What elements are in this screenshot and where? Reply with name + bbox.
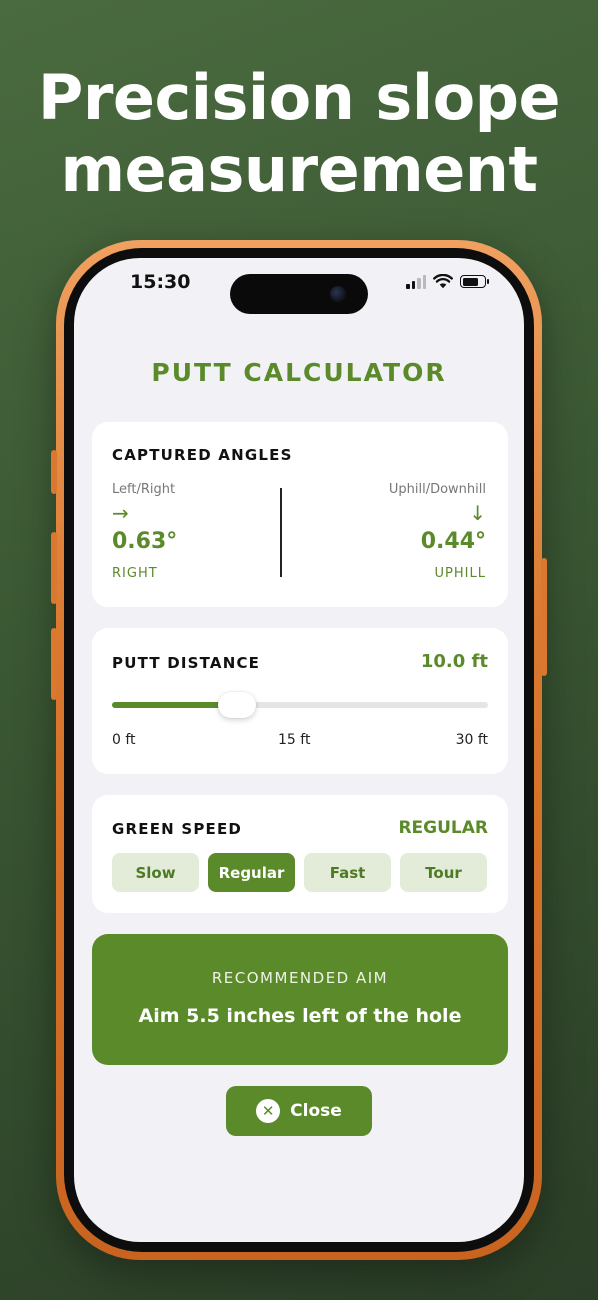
- green-speed-heading: GREEN SPEED: [112, 820, 243, 838]
- volume-down-button: [51, 628, 57, 700]
- phone-screen: 15:30 PUTT CALCULATOR CAPTURED ANGLES Le…: [74, 258, 524, 1242]
- uphill-downhill-label: Uphill/Downhill: [388, 482, 486, 497]
- left-right-value: 0.63°: [112, 529, 178, 554]
- wifi-icon: [433, 274, 453, 289]
- dynamic-island: [230, 274, 368, 314]
- status-icons: [406, 274, 489, 289]
- arrow-right-icon: →: [112, 501, 129, 525]
- screen-title: PUTT CALCULATOR: [151, 358, 447, 387]
- green-speed-options: Slow Regular Fast Tour: [112, 853, 487, 892]
- headline-line-2: measurement: [60, 133, 538, 206]
- uphill-downhill-direction: UPHILL: [434, 566, 486, 581]
- close-icon: ✕: [256, 1099, 281, 1123]
- battery-icon: [460, 275, 489, 288]
- volume-up-button: [51, 532, 57, 604]
- status-time: 15:30: [130, 271, 191, 293]
- slider-thumb[interactable]: [218, 692, 257, 718]
- speed-option-tour[interactable]: Tour: [400, 853, 487, 892]
- close-button-label: Close: [290, 1101, 342, 1121]
- recommended-aim-card: RECOMMENDED AIM Aim 5.5 inches left of t…: [92, 934, 508, 1065]
- putt-distance-card: PUTT DISTANCE 10.0 ft 0 ft 15 ft 30 ft: [92, 628, 508, 774]
- putt-distance-slider[interactable]: [112, 692, 488, 718]
- green-speed-card: GREEN SPEED REGULAR Slow Regular Fast To…: [92, 795, 508, 913]
- uphill-downhill-value: 0.44°: [420, 529, 486, 554]
- captured-angles-heading: CAPTURED ANGLES: [112, 446, 293, 464]
- recommended-aim-heading: RECOMMENDED AIM: [211, 969, 389, 987]
- putt-distance-heading: PUTT DISTANCE: [112, 654, 261, 672]
- uphill-downhill-angle: Uphill/Downhill ↓ 0.44° UPHILL: [389, 482, 486, 581]
- tick-label-min: 0 ft: [112, 732, 136, 748]
- left-right-direction: RIGHT: [112, 566, 158, 581]
- tick-label-mid: 15 ft: [278, 732, 311, 748]
- green-speed-selected: REGULAR: [398, 818, 488, 838]
- headline-line-1: Precision slope: [37, 61, 561, 134]
- marketing-headline: Precision slope measurement: [0, 62, 598, 206]
- captured-angles-card: CAPTURED ANGLES Left/Right → 0.63° RIGHT…: [92, 422, 508, 607]
- power-button: [541, 558, 547, 676]
- left-right-label: Left/Right: [112, 482, 176, 497]
- signal-icon: [406, 274, 426, 289]
- putt-distance-value: 10.0 ft: [420, 651, 488, 672]
- tick-label-max: 30 ft: [455, 732, 488, 748]
- left-right-angle: Left/Right → 0.63° RIGHT: [112, 482, 177, 581]
- camera-icon: [330, 286, 346, 302]
- angles-divider: [280, 488, 282, 577]
- arrow-down-icon: ↓: [469, 501, 486, 525]
- speed-option-fast[interactable]: Fast: [304, 853, 391, 892]
- speed-option-regular[interactable]: Regular: [208, 853, 295, 892]
- close-button[interactable]: ✕ Close: [226, 1086, 372, 1136]
- recommended-aim-text: Aim 5.5 inches left of the hole: [138, 1005, 462, 1027]
- speed-option-slow[interactable]: Slow: [112, 853, 199, 892]
- action-button: [51, 450, 57, 494]
